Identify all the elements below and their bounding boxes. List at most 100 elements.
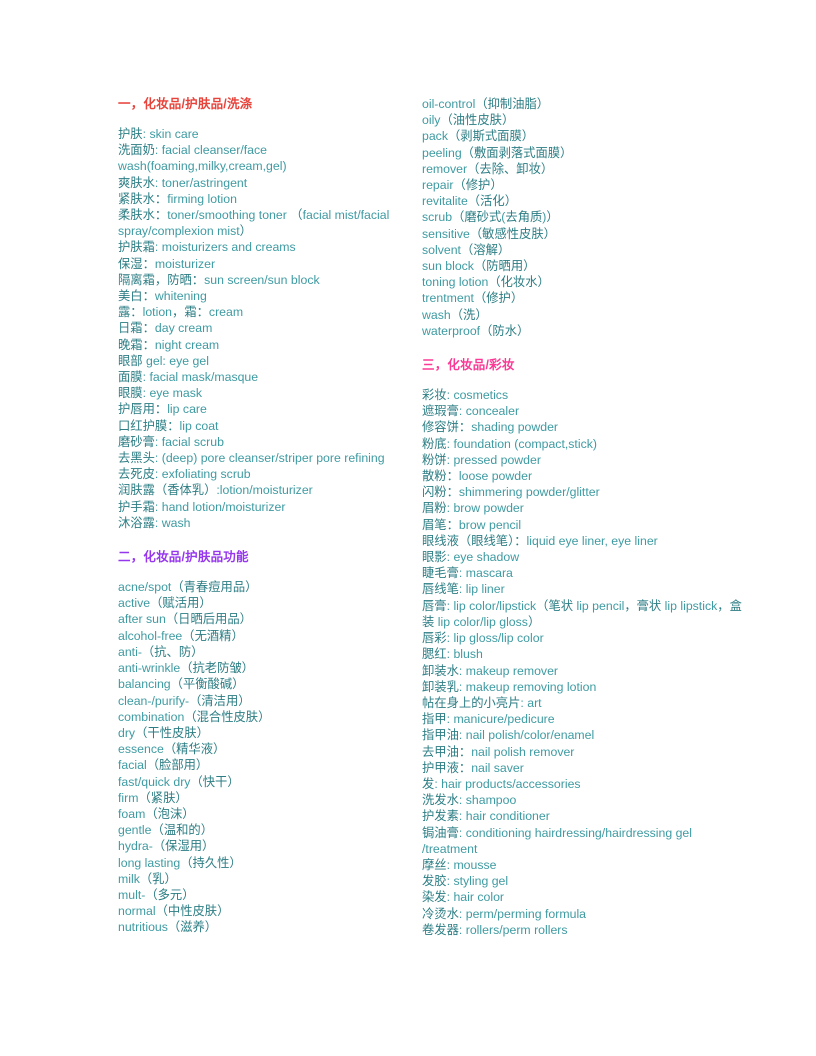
list-item: 面膜: facial mask/masque [118, 370, 259, 385]
list-item: facial（脸部用） [118, 758, 209, 773]
list-item: 腮红: blush [422, 647, 483, 662]
list-item: 唇彩: lip gloss/lip color [422, 631, 544, 646]
list-item: scrub（磨砂式(去角质)） [422, 210, 559, 225]
list-item: 发: hair products/accessories [422, 776, 581, 791]
list-item: after sun（日晒后用品） [118, 612, 252, 627]
list-item: 紧肤水：firming lotion [118, 191, 237, 206]
list-item: milk（乳） [118, 871, 177, 886]
list-item: 摩丝: mousse [422, 857, 497, 872]
list-item: 冷烫水: perm/perming formula [422, 906, 587, 921]
list-item: mult-（多元） [118, 887, 195, 902]
list-item: oily（油性皮肤） [422, 113, 515, 128]
section-two: 二，化妆品/护肤品功能 acne/spot（青春痘用品） active（赋活用）… [118, 549, 402, 935]
list-item: 眼膜: eye mask [118, 386, 203, 401]
section-three-heading: 三，化妆品/彩妆 [422, 358, 515, 373]
list-item: 润肤露（香体乳）:lotion/moisturizer [118, 483, 313, 498]
list-item: 遮瑕膏: concealer [422, 404, 520, 419]
section-two-continued: oil-control（抑制油脂） oily（油性皮肤） pack（剥斯式面膜）… [422, 96, 742, 339]
list-item: sun block（防晒用） [422, 259, 536, 274]
section-one-entry-list: 护肤: skin care 洗面奶: facial cleanser/face … [118, 126, 402, 531]
list-item: 护手霜: hand lotion/moisturizer [118, 499, 286, 514]
list-item: fast/quick dry（快干） [118, 774, 240, 789]
list-item: 美白：whitening [118, 289, 207, 304]
list-item: 帖在身上的小亮片: art [422, 695, 542, 710]
list-item: foam（泡沫） [118, 806, 195, 821]
list-item: 晚霜：night cream [118, 337, 220, 352]
list-item: 眼线液（眼线笔）：liquid eye liner, eye liner [422, 533, 658, 548]
list-item: anti-（抗、防） [118, 644, 204, 659]
list-item: 柔肤水：toner/smoothing toner （facial mist/f… [118, 208, 390, 239]
list-item: active（赋活用） [118, 596, 212, 611]
list-item: 去死皮: exfoliating scrub [118, 467, 251, 482]
section-one: 一，化妆品/护肤品/洗涤 护肤: skin care 洗面奶: facial c… [118, 96, 402, 531]
list-item: 锔油膏: conditioning hairdressing/hairdress… [422, 825, 693, 856]
list-item: 日霜：day cream [118, 321, 213, 336]
list-item: remover（去除、卸妆） [422, 161, 554, 176]
list-item: balancing（平衡酸碱） [118, 677, 245, 692]
list-item: 修容饼：shading powder [422, 420, 559, 435]
list-item: 发胶: styling gel [422, 874, 509, 889]
list-item: 卸装乳: makeup removing lotion [422, 679, 597, 694]
column-right: oil-control（抑制油脂） oily（油性皮肤） pack（剥斯式面膜）… [422, 96, 742, 938]
column-left: 一，化妆品/护肤品/洗涤 护肤: skin care 洗面奶: facial c… [118, 96, 402, 936]
list-item: 露：lotion，霜：cream [118, 305, 244, 320]
list-item: firm（紧肤） [118, 790, 188, 805]
list-item: essence（精华液） [118, 742, 226, 757]
section-three: 三，化妆品/彩妆 彩妆: cosmetics 遮瑕膏: concealer 修容… [422, 357, 742, 938]
list-item: alcohol-free（无酒精） [118, 628, 244, 643]
list-item: 指甲油: nail polish/color/enamel [422, 728, 595, 743]
list-item: 护唇用：lip care [118, 402, 207, 417]
section-one-heading: 一，化妆品/护肤品/洗涤 [118, 97, 253, 111]
list-item: 眼影: eye shadow [422, 550, 520, 565]
list-item: 睫毛膏: mascara [422, 566, 513, 581]
document-page: 一，化妆品/护肤品/洗涤 护肤: skin care 洗面奶: facial c… [0, 0, 816, 1056]
list-item: 散粉：loose powder [422, 469, 533, 484]
list-item: wash（洗） [422, 307, 488, 322]
list-item: pack（剥斯式面膜） [422, 129, 535, 144]
list-item: waterproof（防水） [422, 323, 530, 338]
list-item: hydra-（保湿用） [118, 839, 215, 854]
list-item: 洗发水: shampoo [422, 793, 517, 808]
list-item: oil-control（抑制油脂） [422, 97, 550, 111]
list-item: 磨砂膏: facial scrub [118, 434, 224, 449]
list-item: long lasting（持久性） [118, 855, 242, 870]
list-item: 唇线笔: lip liner [422, 582, 505, 597]
list-item: 指甲: manicure/pedicure [422, 712, 555, 727]
list-item: 眼部 gel: eye gel [118, 353, 209, 368]
list-item: 卷发器: rollers/perm rollers [422, 922, 568, 937]
list-item: 隔离霜，防晒：sun screen/sun block [118, 272, 320, 287]
list-item: anti-wrinkle（抗老防皱） [118, 661, 254, 676]
list-item: 卸装水: makeup remover [422, 663, 559, 678]
section-two-entry-list: acne/spot（青春痘用品） active（赋活用） after sun（日… [118, 579, 402, 935]
list-item: 眉粉: brow powder [422, 501, 524, 516]
list-item: 眉笔：brow pencil [422, 517, 522, 532]
list-item: 染发: hair color [422, 890, 505, 905]
list-item: toning lotion（化妆水） [422, 275, 550, 290]
list-item: 口红护膜：lip coat [118, 418, 219, 433]
list-item: 洗面奶: facial cleanser/face wash(foaming,m… [118, 143, 287, 174]
list-item: revitalite（活化） [422, 194, 517, 209]
list-item: dry（干性皮肤） [118, 725, 209, 740]
two-column-layout: 一，化妆品/护肤品/洗涤 护肤: skin care 洗面奶: facial c… [118, 96, 742, 938]
list-item: 去黑头: (deep) pore cleanser/striper pore r… [118, 451, 385, 466]
list-item: normal（中性皮肤） [118, 904, 230, 919]
list-item: 护甲液：nail saver [422, 760, 524, 775]
list-item: 沐浴露: wash [118, 515, 191, 530]
list-item: 去甲油：nail polish remover [422, 744, 575, 759]
list-item: clean-/purify-（清洁用） [118, 693, 251, 708]
list-item: nutritious（滋养） [118, 920, 218, 935]
section-three-entry-list: 彩妆: cosmetics 遮瑕膏: concealer 修容饼：shading… [422, 387, 742, 938]
list-item: 粉底: foundation (compact,stick) [422, 436, 597, 451]
list-item: 粉饼: pressed powder [422, 452, 541, 467]
section-two-continued-entry-list: oil-control（抑制油脂） oily（油性皮肤） pack（剥斯式面膜）… [422, 96, 742, 339]
list-item: sensitive（敏感性皮肤） [422, 226, 556, 241]
list-item: gentle（温和的） [118, 823, 214, 838]
list-item: 爽肤水: toner/astringent [118, 175, 248, 190]
list-item: peeling（敷面剥落式面膜） [422, 145, 573, 160]
list-item: 护肤霜: moisturizers and creams [118, 240, 296, 255]
list-item: 闪粉：shimmering powder/glitter [422, 485, 600, 500]
list-item: 彩妆: cosmetics [422, 388, 509, 403]
list-item: solvent（溶解） [422, 242, 511, 257]
